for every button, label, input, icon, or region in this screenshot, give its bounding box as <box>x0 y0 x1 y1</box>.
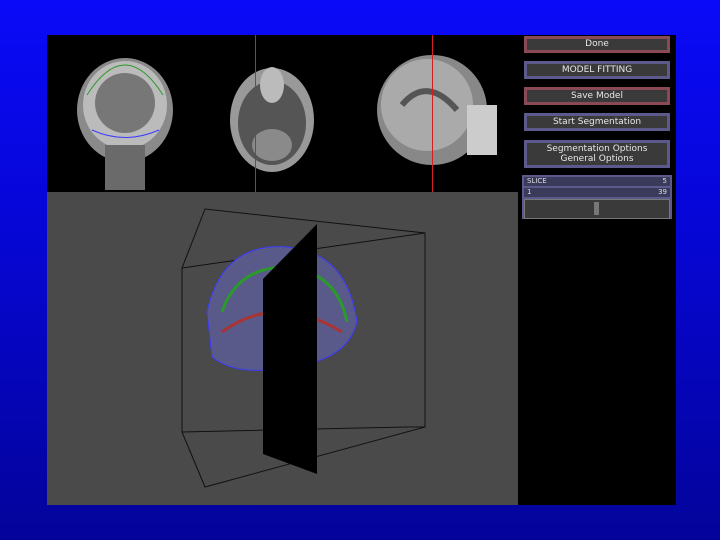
model-fitting-button[interactable]: MODEL FITTING <box>524 61 670 79</box>
slider-max: 39 <box>658 188 667 196</box>
mri-slices[interactable] <box>47 35 518 192</box>
3d-model <box>181 208 426 488</box>
slider-thumb[interactable] <box>594 202 600 215</box>
slice-marker-line[interactable] <box>432 35 433 192</box>
done-button[interactable]: Done <box>524 36 670 53</box>
general-options-label[interactable]: General Options <box>560 154 633 164</box>
control-panel: Done MODEL FITTING Save Model Start Segm… <box>518 35 676 505</box>
start-segmentation-button[interactable]: Start Segmentation <box>524 113 670 131</box>
sagittal-slice <box>377 55 497 165</box>
segmentation-options-label[interactable]: Segmentation Options <box>547 144 648 154</box>
slider-value: 5 <box>662 177 667 185</box>
slider-label: SLICE <box>527 177 547 185</box>
coronal-slice <box>77 58 173 190</box>
save-model-button[interactable]: Save Model <box>524 87 670 105</box>
options-button[interactable]: Segmentation Options General Options <box>524 140 670 168</box>
axial-slice <box>230 67 314 172</box>
slice-marker-line[interactable] <box>255 35 256 192</box>
slice-slider[interactable]: SLICE 5 1 39 <box>522 175 672 219</box>
slider-track[interactable] <box>524 199 670 219</box>
slider-min: 1 <box>527 188 532 196</box>
slice-views <box>47 35 518 192</box>
app-window: Done MODEL FITTING Save Model Start Segm… <box>47 35 676 505</box>
3d-viewport[interactable] <box>47 192 518 505</box>
